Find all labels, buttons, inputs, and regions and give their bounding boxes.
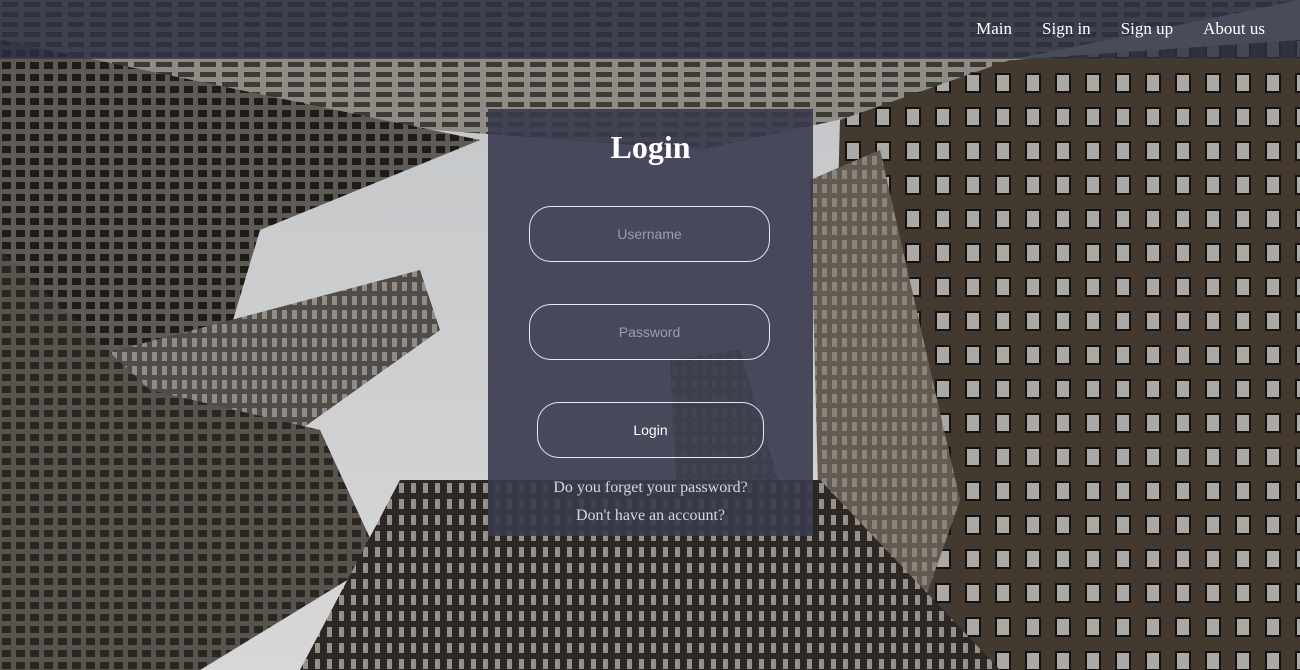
login-button[interactable]: Login [537, 402, 764, 458]
username-input[interactable] [529, 206, 770, 262]
nav-link-about-us[interactable]: About us [1203, 19, 1265, 39]
nav-link-main[interactable]: Main [976, 19, 1012, 39]
login-title: Login [610, 129, 691, 165]
nav-link-sign-in[interactable]: Sign in [1042, 19, 1091, 39]
login-panel: Login Login Do you forget your password?… [488, 109, 813, 536]
password-input[interactable] [529, 304, 770, 360]
nav-link-sign-up[interactable]: Sign up [1121, 19, 1173, 39]
forgot-password-link[interactable]: Do you forget your password? [488, 479, 813, 497]
login-page: Main Sign in Sign up About us Login Logi… [0, 0, 1300, 670]
no-account-signup-link[interactable]: Don't have an account? [488, 507, 813, 525]
main-nav: Main Sign in Sign up About us [976, 0, 1265, 58]
top-navigation-bar: Main Sign in Sign up About us [0, 0, 1300, 59]
